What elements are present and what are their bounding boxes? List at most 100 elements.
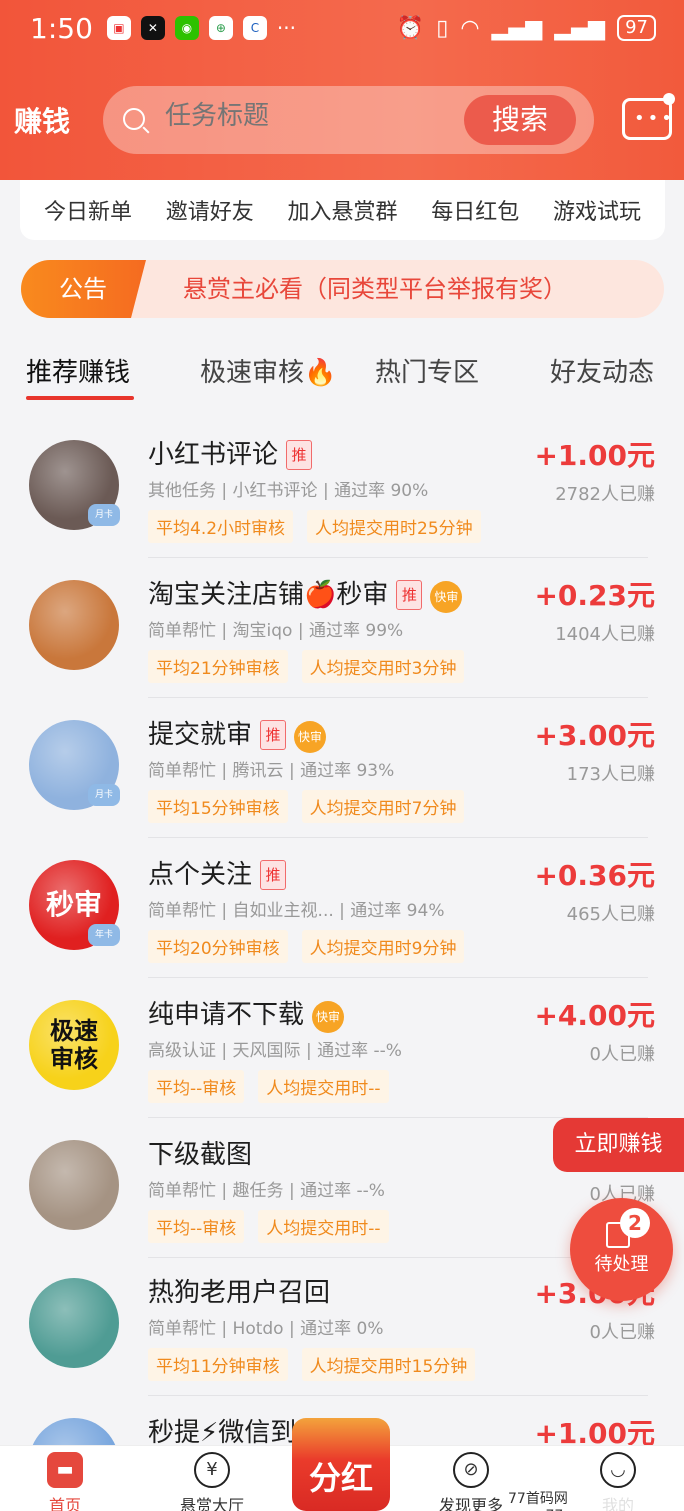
more-notifications-icon: ··· bbox=[276, 16, 296, 40]
wechat-icon: ◉ bbox=[174, 16, 199, 40]
quick-menu: 今日新单 邀请好友 加入悬赏群 每日红包 游戏试玩 bbox=[20, 180, 665, 240]
task-tags: 平均20分钟审核 人均提交用时9分钟 bbox=[148, 930, 465, 963]
task-reward: +1.00元 bbox=[534, 439, 655, 472]
task-earned-count: 0人已赚 bbox=[589, 1322, 655, 1343]
task-meta: 高级认证 | 天风国际 | 通过率 --% bbox=[148, 1041, 402, 1061]
recommended-badge: 推 bbox=[260, 720, 287, 750]
review-time-tag: 平均20分钟审核 bbox=[148, 930, 288, 963]
task-item[interactable]: 秒审 年卡 点个关注推简单帮忙 | 自如业主视... | 通过率 94% 平均20分钟… bbox=[0, 838, 684, 978]
vibrate-icon: ▯ bbox=[436, 15, 449, 41]
task-avatar bbox=[29, 1140, 119, 1230]
task-earned-count: 465人已赚 bbox=[566, 904, 655, 925]
quick-menu-item[interactable]: 今日新单 bbox=[44, 194, 132, 226]
task-meta: 简单帮忙 | 自如业主视... | 通过率 94% bbox=[148, 901, 445, 921]
quick-menu-item[interactable]: 每日红包 bbox=[431, 194, 519, 226]
task-meta: 简单帮忙 | 腾讯云 | 通过率 93% bbox=[148, 761, 395, 781]
task-tags: 平均11分钟审核 人均提交用时15分钟 bbox=[148, 1348, 476, 1381]
notice-text: 悬赏主必看（同类型平台举报有奖） bbox=[183, 275, 567, 303]
notice-bar[interactable]: 公告 悬赏主必看（同类型平台举报有奖） bbox=[21, 260, 664, 318]
yen-icon: ¥ bbox=[194, 1452, 230, 1488]
brand-title: 赚钱 bbox=[14, 105, 71, 138]
pending-count-badge: 2 bbox=[620, 1208, 650, 1238]
tab-friend-activity[interactable]: 好友动态 bbox=[550, 352, 654, 389]
nav-home[interactable]: ▬ 首页 bbox=[10, 1452, 120, 1511]
task-title: 下级截图 bbox=[148, 1140, 253, 1170]
submit-time-tag: 人均提交用时9分钟 bbox=[301, 930, 465, 963]
compass-icon: ⊘ bbox=[453, 1452, 489, 1488]
submit-time-tag: 人均提交用时15分钟 bbox=[301, 1348, 476, 1381]
task-title: 点个关注 bbox=[148, 860, 253, 890]
task-title-row: 热狗老用户召回 bbox=[148, 1272, 330, 1309]
task-meta: 简单帮忙 | 趣任务 | 通过率 --% bbox=[148, 1181, 385, 1201]
task-avatar bbox=[29, 1278, 119, 1368]
wifi-icon: ◠ bbox=[460, 15, 480, 41]
task-tags: 平均--审核 人均提交用时-- bbox=[148, 1210, 389, 1243]
task-title-row: 秒提⚡微信到 bbox=[148, 1412, 296, 1449]
dividend-button[interactable]: 分红 bbox=[292, 1418, 390, 1511]
review-time-tag: 平均11分钟审核 bbox=[148, 1348, 288, 1381]
watermark: 77首码网 www.77smw.com bbox=[505, 1488, 684, 1511]
profile-icon: ◡ bbox=[600, 1452, 636, 1488]
task-title: 秒提⚡微信到 bbox=[148, 1418, 297, 1448]
task-item[interactable]: 极速审核 纯申请不下载 快审 高级认证 | 天风国际 | 通过率 --% 平均--审核人… bbox=[0, 978, 684, 1118]
submit-time-tag: 人均提交用时3分钟 bbox=[301, 650, 465, 683]
notification-app-icon: C bbox=[242, 16, 267, 40]
notification-app-icon: ▣ bbox=[106, 16, 131, 40]
search-icon bbox=[123, 108, 145, 130]
pending-label: 待处理 bbox=[594, 1254, 649, 1275]
membership-badge: 月卡 bbox=[88, 504, 120, 526]
message-icon[interactable]: ••• bbox=[622, 93, 675, 140]
task-title-row: 小红书评论推 bbox=[148, 434, 313, 471]
task-item[interactable]: 月卡 提交就审推快审 简单帮忙 | 腾讯云 | 通过率 93% 平均15分钟审核 人均提… bbox=[0, 698, 684, 838]
review-time-tag: 平均15分钟审核 bbox=[148, 790, 288, 823]
signal-icon: ▂▄▆ bbox=[554, 15, 606, 41]
task-title: 提交就审 bbox=[148, 720, 253, 750]
membership-badge: 年卡 bbox=[88, 924, 120, 946]
task-tags: 平均21分钟审核 人均提交用时3分钟 bbox=[148, 650, 465, 683]
tab-recommended[interactable]: 推荐赚钱 bbox=[26, 352, 130, 389]
task-reward: +4.00元 bbox=[534, 999, 655, 1032]
submit-time-tag: 人均提交用时-- bbox=[258, 1210, 389, 1243]
task-item[interactable]: 淘宝关注店铺🍎秒审推快审 简单帮忙 | 淘宝iqo | 通过率 99% 平均21分钟… bbox=[0, 558, 684, 698]
task-title-row: 纯申请不下载 快审 bbox=[148, 994, 345, 1033]
task-meta: 其他任务 | 小红书评论 | 通过率 90% bbox=[148, 481, 429, 501]
tab-hot-zone[interactable]: 热门专区 bbox=[375, 352, 479, 389]
category-tabs: 推荐赚钱 极速审核🔥 热门专区 好友动态 bbox=[0, 352, 684, 402]
task-item[interactable]: 月卡 小红书评论推其他任务 | 小红书评论 | 通过率 90% 平均4.2小时审核人… bbox=[0, 418, 684, 558]
nav-reward-hall[interactable]: ¥ 悬赏大厅 bbox=[157, 1452, 267, 1511]
fast-review-badge: 快审 bbox=[294, 721, 327, 753]
search-bar[interactable]: 搜索 bbox=[103, 86, 594, 154]
task-tags: 平均4.2小时审核 人均提交用时25分钟 bbox=[148, 510, 481, 543]
task-title: 小红书评论 bbox=[148, 440, 279, 470]
task-title-row: 提交就审推快审 bbox=[148, 714, 327, 753]
task-meta: 简单帮忙 | Hotdo | 通过率 0% bbox=[148, 1319, 384, 1339]
task-title: 热狗老用户召回 bbox=[148, 1278, 331, 1308]
review-time-tag: 平均4.2小时审核 bbox=[148, 510, 294, 543]
review-time-tag: 平均--审核 bbox=[148, 1070, 245, 1103]
fast-review-badge: 快审 bbox=[430, 581, 463, 613]
task-title-row: 下级截图 bbox=[148, 1134, 252, 1171]
signal-icon: ▂▄▆ bbox=[491, 15, 543, 41]
earn-now-button[interactable]: 立即赚钱 bbox=[553, 1118, 684, 1172]
status-time: 1:50 bbox=[30, 11, 93, 45]
quick-menu-item[interactable]: 加入悬赏群 bbox=[287, 194, 397, 226]
review-time-tag: 平均--审核 bbox=[148, 1210, 245, 1243]
pending-button[interactable]: 2 待处理 bbox=[570, 1198, 673, 1301]
search-button[interactable]: 搜索 bbox=[464, 95, 576, 145]
quick-menu-item[interactable]: 游戏试玩 bbox=[553, 194, 641, 226]
task-earned-count: 1404人已赚 bbox=[555, 624, 655, 645]
quick-menu-item[interactable]: 邀请好友 bbox=[166, 194, 254, 226]
task-reward: +3.00元 bbox=[534, 719, 655, 752]
recommended-badge: 推 bbox=[286, 440, 313, 470]
task-title: 纯申请不下载 bbox=[148, 1000, 305, 1030]
notification-app-icon: ✕ bbox=[140, 16, 165, 40]
recommended-badge: 推 bbox=[396, 580, 423, 610]
task-tags: 平均--审核 人均提交用时-- bbox=[148, 1070, 389, 1103]
task-avatar bbox=[29, 580, 119, 670]
tab-fast-review[interactable]: 极速审核🔥 bbox=[200, 352, 336, 389]
search-input[interactable] bbox=[165, 100, 445, 131]
task-reward: +0.36元 bbox=[534, 859, 655, 892]
task-title: 淘宝关注店铺🍎秒审 bbox=[148, 580, 389, 610]
task-earned-count: 173人已赚 bbox=[566, 764, 655, 785]
submit-time-tag: 人均提交用时25分钟 bbox=[307, 510, 481, 543]
